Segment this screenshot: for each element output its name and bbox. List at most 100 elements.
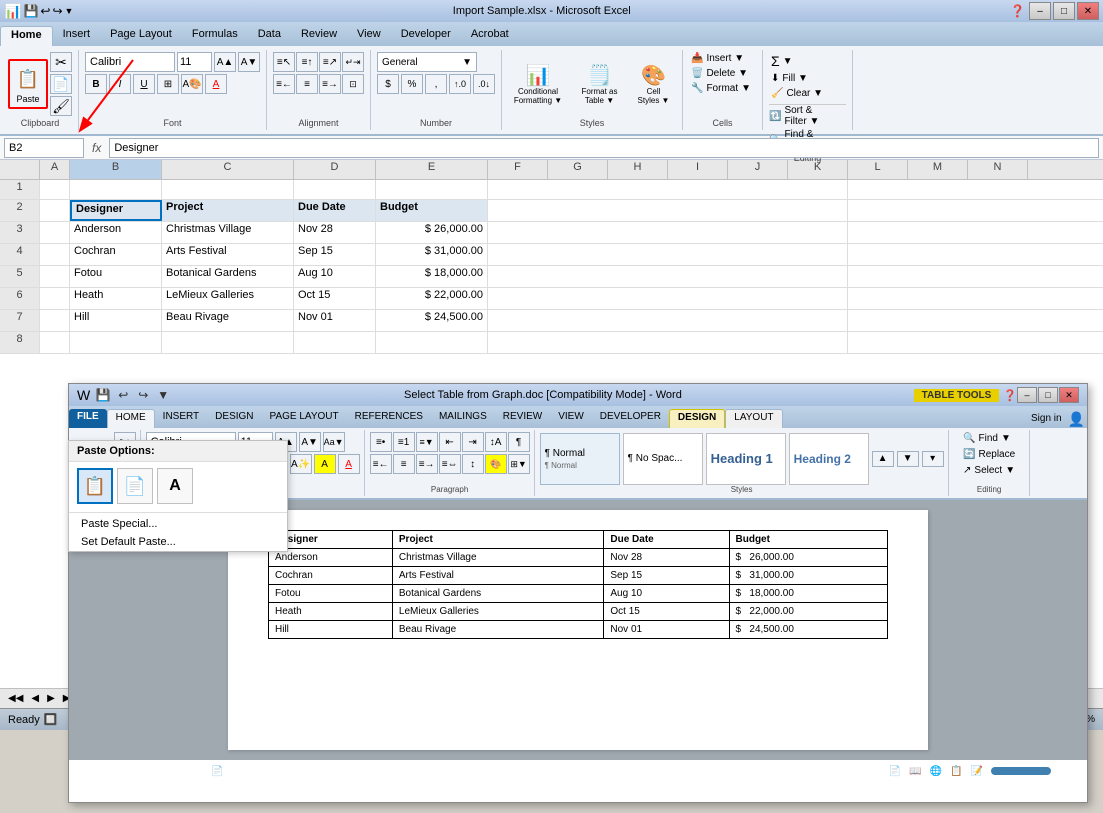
col-A[interactable]: A xyxy=(40,160,70,179)
col-L[interactable]: L xyxy=(848,160,908,179)
word-cell[interactable]: $ 24,500.00 xyxy=(729,621,888,639)
word-border[interactable]: ⊞▼ xyxy=(508,454,530,474)
word-help-btn[interactable]: ❓ xyxy=(1003,389,1017,402)
word-tab-table-design[interactable]: DESIGN xyxy=(669,409,725,428)
align-left[interactable]: ≡← xyxy=(273,74,295,94)
cell-D3[interactable]: Nov 28 xyxy=(294,222,376,243)
word-find-btn[interactable]: 🔍Find▼ xyxy=(961,432,1017,445)
word-decrease-indent[interactable]: ⇤ xyxy=(439,432,461,452)
paste-text-only-btn[interactable]: A xyxy=(157,468,193,504)
increase-decimal[interactable]: ↑.0 xyxy=(449,74,471,94)
help-btn[interactable]: ❓ xyxy=(1010,4,1025,18)
autosum-btn[interactable]: Σ▼ xyxy=(769,52,846,70)
qat-undo[interactable]: ↩ xyxy=(40,4,50,18)
word-cell[interactable]: $ 18,000.00 xyxy=(729,585,888,603)
cell-E3[interactable]: $ 26,000.00 xyxy=(376,222,488,243)
tab-review[interactable]: Review xyxy=(291,26,347,46)
cell-A7[interactable] xyxy=(40,310,70,331)
word-cell[interactable]: Fotou xyxy=(269,585,393,603)
word-tab-view[interactable]: VIEW xyxy=(550,409,592,428)
cell-E2[interactable]: Budget xyxy=(376,200,488,221)
delete-btn[interactable]: 🗑️Delete ▼ xyxy=(689,67,756,80)
word-replace-btn[interactable]: 🔄Replace xyxy=(961,448,1017,461)
qat-save[interactable]: 💾 xyxy=(23,4,38,18)
number-format-arrow[interactable]: ▼ xyxy=(462,57,472,68)
word-show-marks[interactable]: ¶ xyxy=(508,432,530,452)
word-increase-indent[interactable]: ⇥ xyxy=(462,432,484,452)
paste-keep-text-btn[interactable]: 📄 xyxy=(117,468,153,504)
word-redo-btn[interactable]: ↪ xyxy=(134,386,152,404)
style-heading2[interactable]: Heading 2 xyxy=(789,433,869,485)
cell-C8[interactable] xyxy=(162,332,294,353)
word-align-left[interactable]: ≡← xyxy=(370,454,392,474)
cell-A3[interactable] xyxy=(40,222,70,243)
font-size-down[interactable]: A▼ xyxy=(238,52,260,72)
word-change-case[interactable]: Aa▼ xyxy=(323,432,345,452)
word-table-header-budget[interactable]: Budget xyxy=(729,531,888,549)
cell-F6[interactable] xyxy=(488,288,848,309)
word-numbering[interactable]: ≡1 xyxy=(393,432,415,452)
format-as-table-btn[interactable]: 🗒️ Format asTable ▼ xyxy=(572,63,627,106)
word-cell[interactable]: Beau Rivage xyxy=(392,621,604,639)
word-cell[interactable]: Cochran xyxy=(269,567,393,585)
cell-F5[interactable] xyxy=(488,266,848,287)
col-I[interactable]: I xyxy=(668,160,728,179)
col-J[interactable]: J xyxy=(728,160,788,179)
style-heading1[interactable]: Heading 1 xyxy=(706,433,786,485)
align-top-center[interactable]: ≡↑ xyxy=(296,52,318,72)
cell-F7[interactable] xyxy=(488,310,848,331)
clear-btn[interactable]: 🧹Clear ▼ xyxy=(769,87,846,100)
cell-E4[interactable]: $ 31,000.00 xyxy=(376,244,488,265)
tab-home[interactable]: Home xyxy=(0,26,53,46)
col-K[interactable]: K xyxy=(788,160,848,179)
word-shading[interactable]: 🎨 xyxy=(485,454,507,474)
cell-F1[interactable] xyxy=(488,180,848,199)
col-B[interactable]: B xyxy=(70,160,162,179)
number-format-box[interactable]: General ▼ xyxy=(377,52,477,72)
word-save-btn[interactable]: 💾 xyxy=(94,386,112,404)
word-cell[interactable]: Nov 28 xyxy=(604,549,729,567)
cell-F3[interactable] xyxy=(488,222,848,243)
font-color-button[interactable]: A xyxy=(205,74,227,94)
word-align-center[interactable]: ≡ xyxy=(393,454,415,474)
currency-btn[interactable]: $ xyxy=(377,74,399,94)
word-cell[interactable]: Sep 15 xyxy=(604,567,729,585)
cell-C2[interactable]: Project xyxy=(162,200,294,221)
cell-B4[interactable]: Cochran xyxy=(70,244,162,265)
cell-E6[interactable]: $ 22,000.00 xyxy=(376,288,488,309)
word-cell[interactable]: Botanical Gardens xyxy=(392,585,604,603)
decrease-decimal[interactable]: .0↓ xyxy=(473,74,495,94)
col-F[interactable]: F xyxy=(488,160,548,179)
align-center[interactable]: ≡ xyxy=(296,74,318,94)
word-justify[interactable]: ≡⇔ xyxy=(439,454,461,474)
word-tab-review[interactable]: REVIEW xyxy=(495,409,550,428)
col-G[interactable]: G xyxy=(548,160,608,179)
name-box[interactable] xyxy=(4,138,84,158)
conditional-formatting-btn[interactable]: 📊 ConditionalFormatting ▼ xyxy=(508,63,568,106)
cell-E8[interactable] xyxy=(376,332,488,353)
sign-in-btn[interactable]: Sign in xyxy=(1027,409,1066,428)
word-cell[interactable]: Aug 10 xyxy=(604,585,729,603)
word-close-btn[interactable]: ✕ xyxy=(1059,387,1079,403)
paste-button[interactable]: 📋 Paste xyxy=(8,59,48,109)
paste-special-item[interactable]: Paste Special... xyxy=(69,515,287,533)
cut-button[interactable]: ✂ xyxy=(50,52,72,72)
word-tab-references[interactable]: REFERENCES xyxy=(347,409,431,428)
col-D[interactable]: D xyxy=(294,160,376,179)
align-top-left[interactable]: ≡↖ xyxy=(273,52,295,72)
copy-button[interactable]: 📄 xyxy=(50,74,72,94)
style-no-spacing[interactable]: ¶ No Spac... xyxy=(623,433,703,485)
cell-E1[interactable] xyxy=(376,180,488,199)
word-view-read[interactable]: 📖 xyxy=(909,766,921,777)
qat-dropdown[interactable]: ▼ xyxy=(65,6,74,16)
word-tab-file[interactable]: FILE xyxy=(69,409,107,428)
cell-D1[interactable] xyxy=(294,180,376,199)
cell-E5[interactable]: $ 18,000.00 xyxy=(376,266,488,287)
set-default-paste-item[interactable]: Set Default Paste... xyxy=(69,533,287,551)
format-btn[interactable]: 🔧Format▼ xyxy=(689,82,756,95)
word-bullets[interactable]: ≡• xyxy=(370,432,392,452)
word-restore-btn[interactable]: □ xyxy=(1038,387,1058,403)
cell-C1[interactable] xyxy=(162,180,294,199)
cell-A4[interactable] xyxy=(40,244,70,265)
col-E[interactable]: E xyxy=(376,160,488,179)
